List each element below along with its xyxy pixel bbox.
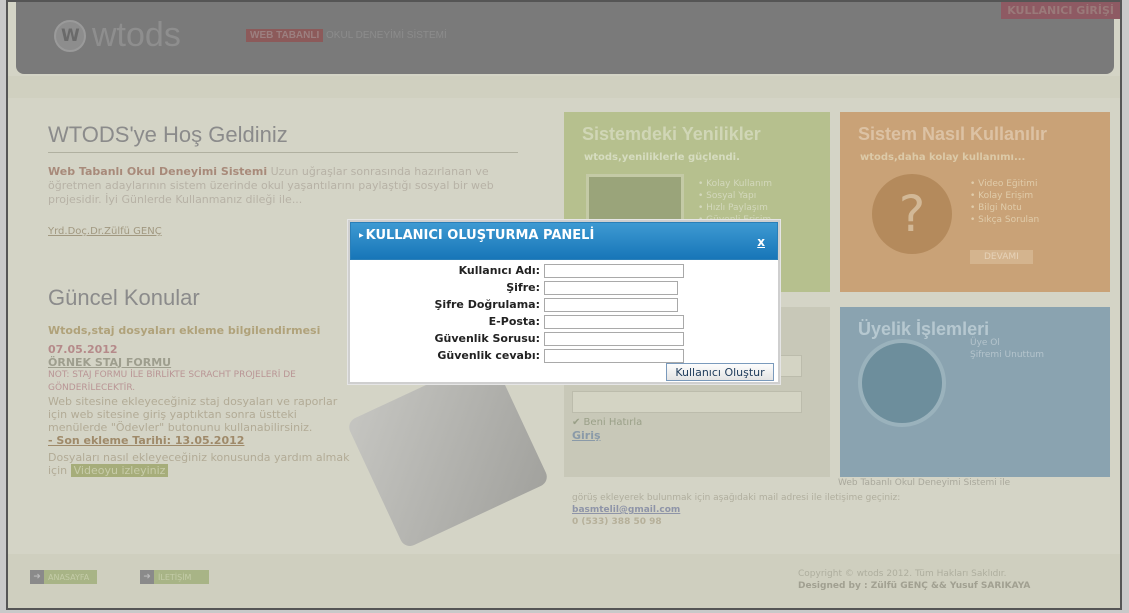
list-item: • Bilgi Notu: [970, 203, 1022, 213]
tile-orange-list: • Video Eğitimi • Kolay Erişim • Bilgi N…: [970, 178, 1039, 226]
tile-green-list: • Kolay Kullanım • Sosyal Yapı • Hızlı P…: [698, 178, 772, 226]
username-input[interactable]: [544, 264, 684, 278]
password-input[interactable]: [544, 281, 678, 295]
news-date: 07.05.2012: [48, 343, 118, 356]
copyright: Copyright © wtods 2012. Tüm Hakları Sakl…: [798, 568, 1030, 592]
password-label: Şifre:: [506, 281, 540, 294]
site-tagline: WEB TABANLI OKUL DENEYİMİ SİSTEMİ: [246, 29, 447, 42]
security-answer-label: Güvenlik cevabı:: [437, 349, 540, 362]
list-item: • Video Eğitimi: [970, 179, 1038, 189]
contact-email-link[interactable]: basmtelil@gmail.com: [572, 504, 1112, 516]
modal-header: ▶ KULLANICI OLUŞTURMA PANELİ x: [350, 222, 778, 260]
tagline-rest: OKUL DENEYİMİ SİSTEMİ: [326, 30, 447, 41]
current-topics-title: Güncel Konular: [48, 285, 200, 310]
video-link[interactable]: Videoyu izleyiniz: [70, 464, 169, 477]
password-confirm-input[interactable]: [544, 298, 678, 312]
contact-block: görüş ekleyerek bulunmak için aşağıdaki …: [572, 492, 1112, 528]
welcome-divider: [48, 152, 518, 153]
news-item: Wtods,staj dosyaları ekleme bilgilendirm…: [48, 324, 358, 477]
welcome-text: Web Tabanlı Okul Deneyimi Sistemi Uzun u…: [48, 165, 528, 207]
logo-text: wtods: [92, 16, 181, 54]
welcome-title: WTODS'ye Hoş Geldiniz: [48, 122, 288, 147]
login-tab[interactable]: KULLANICI GİRİŞİ: [1001, 2, 1120, 19]
tile-how-to-use[interactable]: Sistem Nasıl Kullanılır wtods,daha kolay…: [840, 112, 1110, 292]
form-row-security-answer: Güvenlik cevabı:: [350, 349, 778, 363]
contact-intro: Web Tabanlı Okul Deneyimi Sistemi ile: [838, 478, 1011, 488]
password-confirm-label: Şifre Doğrulama:: [434, 298, 541, 311]
list-item: • Kolay Kullanım: [698, 179, 772, 189]
news-body: Web sitesine ekleyeceğiniz staj dosyalar…: [48, 395, 338, 434]
designed-by: Designed by : Zülfü GENÇ && Yusuf SARIKA…: [798, 581, 1031, 591]
email-label: E-Posta:: [488, 315, 540, 328]
tile-green-title: Sistemdeki Yenilikler: [582, 124, 761, 144]
site-logo[interactable]: wtods: [54, 16, 181, 55]
security-question-label: Güvenlik Sorusu:: [434, 332, 540, 345]
security-answer-input[interactable]: [544, 349, 684, 363]
sample-form-link[interactable]: ÖRNEK STAJ FORMU: [48, 356, 358, 369]
welcome-lead: Web Tabanlı Okul Deneyimi Sistemi: [48, 165, 268, 178]
news-deadline: - Son ekleme Tarihi: 13.05.2012: [48, 434, 245, 447]
list-item: • Hızlı Paylaşım: [698, 203, 768, 213]
form-row-security-question: Güvenlik Sorusu:: [350, 332, 778, 346]
compass-icon: [858, 339, 946, 427]
list-item: • Kolay Erişim: [970, 191, 1034, 201]
form-row-password: Şifre:: [350, 281, 778, 295]
footer-contact-label: İLETİŞİM: [158, 572, 192, 582]
tile-membership[interactable]: Üyelik İşlemleri Üye Ol Şifremi Unuttum: [840, 307, 1110, 477]
site-footer: ➜ ANASAYFA ➜ İLETİŞİM Copyright © wtods …: [8, 554, 1120, 608]
news-note: NOT: STAJ FORMU İLE BİRLİKTE SCRACHT PRO…: [48, 370, 296, 393]
more-button[interactable]: DEVAMI: [970, 250, 1033, 264]
form-row-password-confirm: Şifre Doğrulama:: [350, 298, 778, 312]
security-question-input[interactable]: [544, 332, 684, 346]
login-password-field[interactable]: [572, 391, 802, 413]
list-item: • Sıkça Sorulan: [970, 215, 1040, 225]
copyright-text: Copyright © wtods 2012. Tüm Hakları Sakl…: [798, 569, 1007, 579]
forgot-password-link[interactable]: Şifremi Unuttum: [970, 349, 1044, 361]
arrow-icon: ➜: [140, 570, 154, 584]
site-header: wtods WEB TABANLI OKUL DENEYİMİ SİSTEMİ: [16, 2, 1114, 74]
news-help: Dosyaları nasıl ekleyeceğiniz konusunda …: [48, 451, 358, 477]
modal-title-text: KULLANICI OLUŞTURMA PANELİ: [365, 228, 595, 243]
list-item: • Sosyal Yapı: [698, 191, 757, 201]
remember-me-checkbox[interactable]: ✔ Beni Hatırla: [572, 417, 642, 428]
create-user-modal: ▶ KULLANICI OLUŞTURMA PANELİ x Kullanıcı …: [348, 220, 780, 384]
tile-green-subtitle: wtods,yeniliklerle güçlendi.: [584, 152, 740, 163]
bullet-icon: ▶: [359, 232, 364, 239]
create-user-button[interactable]: Kullanıcı Oluştur: [666, 363, 774, 381]
contact-text: görüş ekleyerek bulunmak için aşağıdaki …: [572, 493, 901, 503]
close-icon[interactable]: x: [757, 235, 765, 249]
footer-home-label: ANASAYFA: [48, 572, 90, 582]
welcome-author-link[interactable]: Yrd.Doç.Dr.Zülfü GENÇ: [48, 226, 162, 237]
tagline-highlight: WEB TABANLI: [246, 29, 324, 42]
question-mark-icon: ?: [872, 174, 952, 254]
footer-contact-button[interactable]: ➜ İLETİŞİM: [140, 570, 210, 584]
news-heading: Wtods,staj dosyaları ekleme bilgilendirm…: [48, 324, 321, 337]
footer-home-button[interactable]: ➜ ANASAYFA: [30, 570, 98, 584]
login-link[interactable]: Giriş: [572, 429, 601, 442]
tile-blue-list: Üye Ol Şifremi Unuttum: [970, 337, 1044, 361]
tile-orange-subtitle: wtods,daha kolay kullanımı...: [860, 152, 1026, 163]
email-input[interactable]: [544, 315, 684, 329]
menu-bar: [8, 76, 1120, 98]
logo-icon: [54, 19, 86, 52]
contact-phone: 0 (533) 388 50 98: [572, 517, 662, 527]
modal-title: ▶ KULLANICI OLUŞTURMA PANELİ: [359, 229, 599, 242]
arrow-icon: ➜: [30, 570, 44, 584]
form-row-username: Kullanıcı Adı:: [350, 264, 778, 278]
form-row-email: E-Posta:: [350, 315, 778, 329]
register-link[interactable]: Üye Ol: [970, 337, 1044, 349]
tile-orange-title: Sistem Nasıl Kullanılır: [858, 124, 1048, 144]
username-label: Kullanıcı Adı:: [458, 264, 540, 277]
